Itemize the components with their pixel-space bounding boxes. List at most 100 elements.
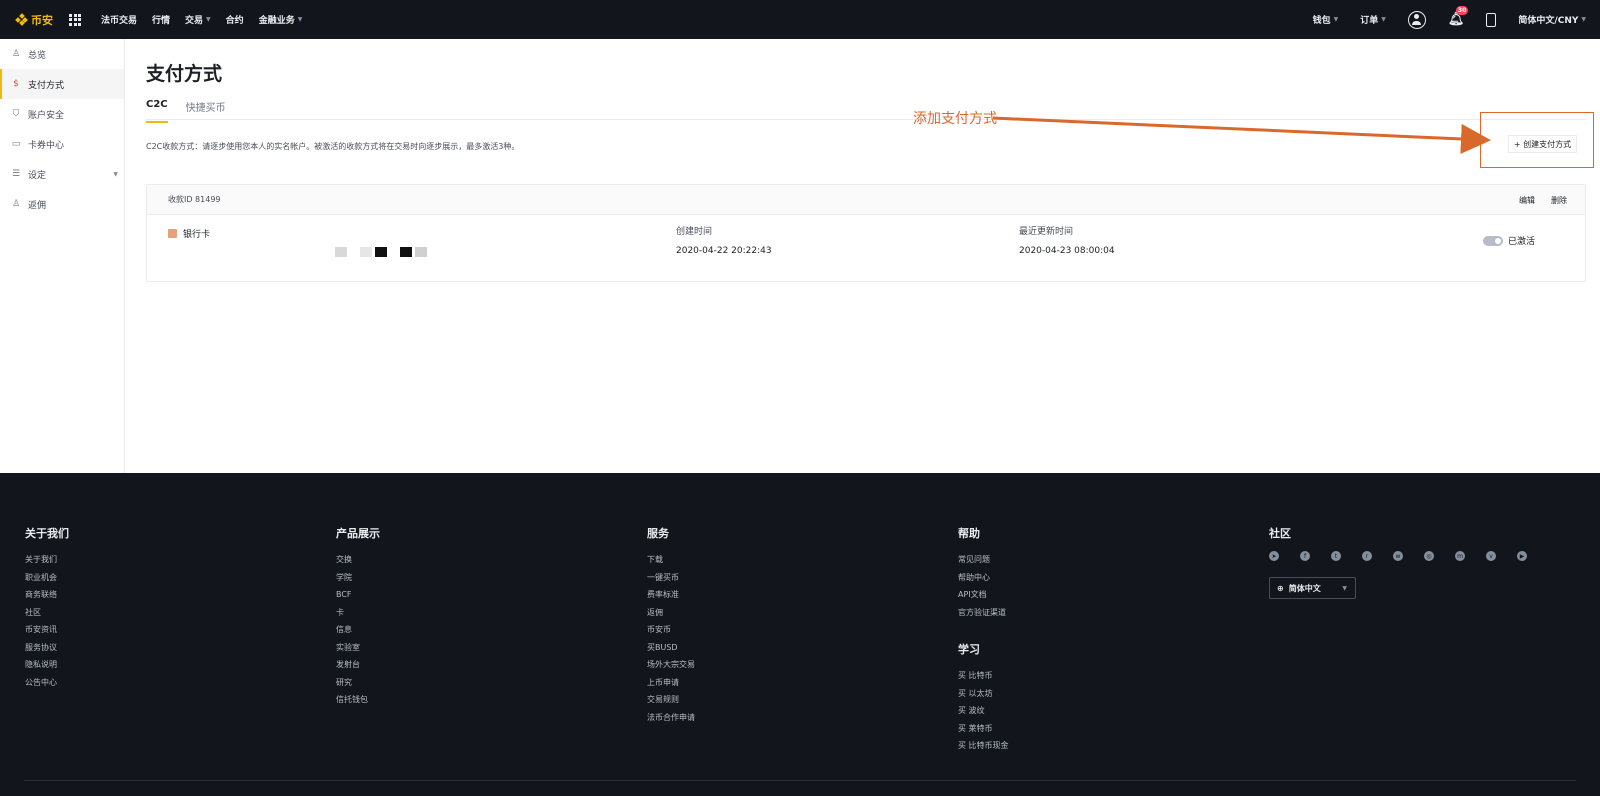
youtube-icon[interactable]: ▶ (1517, 551, 1527, 561)
user-avatar-icon (1407, 10, 1426, 29)
footer-link[interactable]: 费率标准 (647, 586, 695, 604)
globe-icon: ⊕ (1277, 583, 1284, 593)
facebook-icon[interactable]: f (1300, 551, 1310, 561)
footer-link[interactable]: 职业机会 (25, 569, 69, 587)
footer-link[interactable]: 常见问题 (958, 551, 1009, 569)
social-icons: ➤ f t r w ◎ m v ▶ (1269, 551, 1548, 561)
created-time-value: 2020-04-22 20:22:43 (676, 246, 772, 256)
footer-link[interactable]: 返佣 (647, 604, 695, 622)
create-payment-method-button[interactable]: + 创建支付方式 (1508, 135, 1577, 153)
footer-learn-title: 学习 (958, 643, 980, 656)
footer-help-title: 帮助 (958, 527, 980, 540)
footer-community-title: 社区 (1269, 527, 1291, 540)
binance-logo[interactable]: 币安 (15, 12, 53, 28)
nav-markets-label: 行情 (152, 16, 171, 26)
footer-link[interactable]: 法币合作申请 (647, 709, 695, 727)
nav-trade[interactable]: 交易 ▼ (185, 13, 211, 26)
footer-link[interactable]: 买 比特币 (958, 667, 1009, 685)
footer-link[interactable]: 信息 (336, 621, 380, 639)
telegram-icon[interactable]: ➤ (1269, 551, 1279, 561)
footer-link[interactable]: 隐私说明 (25, 656, 69, 674)
wallet-label: 钱包 (1312, 16, 1331, 26)
reddit-icon[interactable]: r (1362, 551, 1372, 561)
masked-block (415, 247, 427, 257)
footer-services-title: 服务 (647, 527, 669, 540)
footer-link[interactable]: 买 波纹 (958, 702, 1009, 720)
footer-link[interactable]: 帮助中心 (958, 569, 1009, 587)
edit-button[interactable]: 编辑 (1519, 195, 1535, 206)
nav-markets[interactable]: 行情 (152, 13, 170, 26)
footer-link[interactable]: 买 以太坊 (958, 685, 1009, 703)
footer-link[interactable]: 下载 (647, 551, 695, 569)
footer-link[interactable]: 上币申请 (647, 674, 695, 692)
activation-status: 已激活 (1508, 237, 1536, 247)
footer-link[interactable]: 买BUSD (647, 639, 695, 657)
notification-badge: 30 (1455, 6, 1469, 15)
delete-button[interactable]: 删除 (1551, 195, 1567, 206)
notifications-button[interactable]: 🔔︎ 30 (1448, 6, 1469, 27)
sidebar-item-settings[interactable]: ☰ 设定 ▼ (0, 159, 124, 189)
footer-link[interactable]: 公告中心 (25, 674, 69, 692)
footer-link[interactable]: 买 莱特币 (958, 720, 1009, 738)
sidebar-item-payment[interactable]: $ 支付方式 (0, 69, 124, 99)
nav-futures[interactable]: 合约 (226, 13, 244, 26)
footer-link[interactable]: 信托钱包 (336, 691, 380, 709)
footer-link[interactable]: 实验室 (336, 639, 380, 657)
twitter-icon[interactable]: t (1331, 551, 1341, 561)
download-button[interactable] (1486, 12, 1497, 27)
sidebar-item-coupons[interactable]: ▭ 卡券中心 (0, 129, 124, 159)
logo-text: 币安 (31, 13, 53, 27)
footer-link[interactable]: 买 比特币现金 (958, 737, 1009, 755)
dollar-icon: $ (13, 79, 19, 89)
footer-link[interactable]: API文档 (958, 586, 1009, 604)
sidebar-item-referral[interactable]: ♙ 返佣 (0, 189, 124, 219)
activation-toggle[interactable] (1483, 236, 1503, 246)
footer-link[interactable]: BCF (336, 586, 380, 604)
footer-link[interactable]: 商务联络 (25, 586, 69, 604)
sidebar-item-security[interactable]: ⛉ 账户安全 (0, 99, 124, 129)
instagram-icon[interactable]: ◎ (1424, 551, 1434, 561)
top-navbar: 币安 法币交易 行情 交易 ▼ 合约 金融业务 ▼ 钱包 ▼ 订单 ▼ 🔔︎ 30 简体… (0, 0, 1600, 39)
account-button[interactable] (1407, 10, 1426, 29)
footer-link[interactable]: 卡 (336, 604, 380, 622)
footer-language-select[interactable]: ⊕ 简体中文 ▼ (1269, 577, 1356, 599)
footer-link[interactable]: 社区 (25, 604, 69, 622)
sidebar-item-overview[interactable]: ♙ 总览 (0, 39, 124, 69)
apps-grid-icon[interactable] (69, 13, 81, 26)
language-currency-selector[interactable]: 简体中文/CNY ▼ (1518, 13, 1586, 26)
nav-fiat-trade[interactable]: 法币交易 (101, 13, 137, 26)
vk-icon[interactable]: v (1486, 551, 1496, 561)
masked-block (360, 247, 372, 257)
sidebar-item-label: 卡券中心 (28, 140, 65, 151)
footer-link[interactable]: 币安资讯 (25, 621, 69, 639)
updated-time-label: 最近更新时间 (1019, 227, 1074, 237)
coinmarketcap-icon[interactable]: m (1455, 551, 1465, 561)
footer-link[interactable]: 交易规则 (647, 691, 695, 709)
orders-menu[interactable]: 订单 ▼ (1360, 13, 1386, 26)
language-currency-label: 简体中文/CNY (1518, 16, 1579, 26)
masked-account-info (335, 247, 430, 257)
main-content: 支付方式 C2C 快捷买币 C2C收款方式：请逐步使用您本人的实名帐户。被激活的… (145, 39, 1594, 473)
ticket-icon: ▭ (11, 139, 21, 149)
footer-link[interactable]: 学院 (336, 569, 380, 587)
footer-link[interactable]: 关于我们 (25, 551, 69, 569)
footer-link[interactable]: 官方验证渠道 (958, 604, 1009, 622)
nav-finance[interactable]: 金融业务 ▼ (259, 13, 303, 26)
sidebar-item-label: 支付方式 (28, 80, 65, 91)
annotation-arrow (992, 116, 1491, 154)
footer-link[interactable]: 发射台 (336, 656, 380, 674)
footer-link[interactable]: 场外大宗交易 (647, 656, 695, 674)
footer-community: 社区 ➤ f t r w ◎ m v ▶ ⊕ 简体中文 ▼ (1269, 525, 1548, 599)
footer-link[interactable]: 研究 (336, 674, 380, 692)
weibo-icon[interactable]: w (1393, 551, 1403, 561)
created-time-label: 创建时间 (676, 227, 713, 237)
footer-link[interactable]: 一键买币 (647, 569, 695, 587)
nav-trade-label: 交易 (185, 16, 204, 26)
card-header: 收款ID 81499 编辑 删除 (147, 185, 1585, 215)
footer-services: 服务 下载 一键买币 费率标准 返佣 币安币 买BUSD 场外大宗交易 上币申请… (647, 525, 695, 726)
footer-link[interactable]: 服务协议 (25, 639, 69, 657)
footer-link[interactable]: 币安币 (647, 621, 695, 639)
wallet-menu[interactable]: 钱包 ▼ (1313, 13, 1339, 26)
footer-link[interactable]: 交换 (336, 551, 380, 569)
chevron-down-icon: ▼ (1342, 584, 1347, 592)
